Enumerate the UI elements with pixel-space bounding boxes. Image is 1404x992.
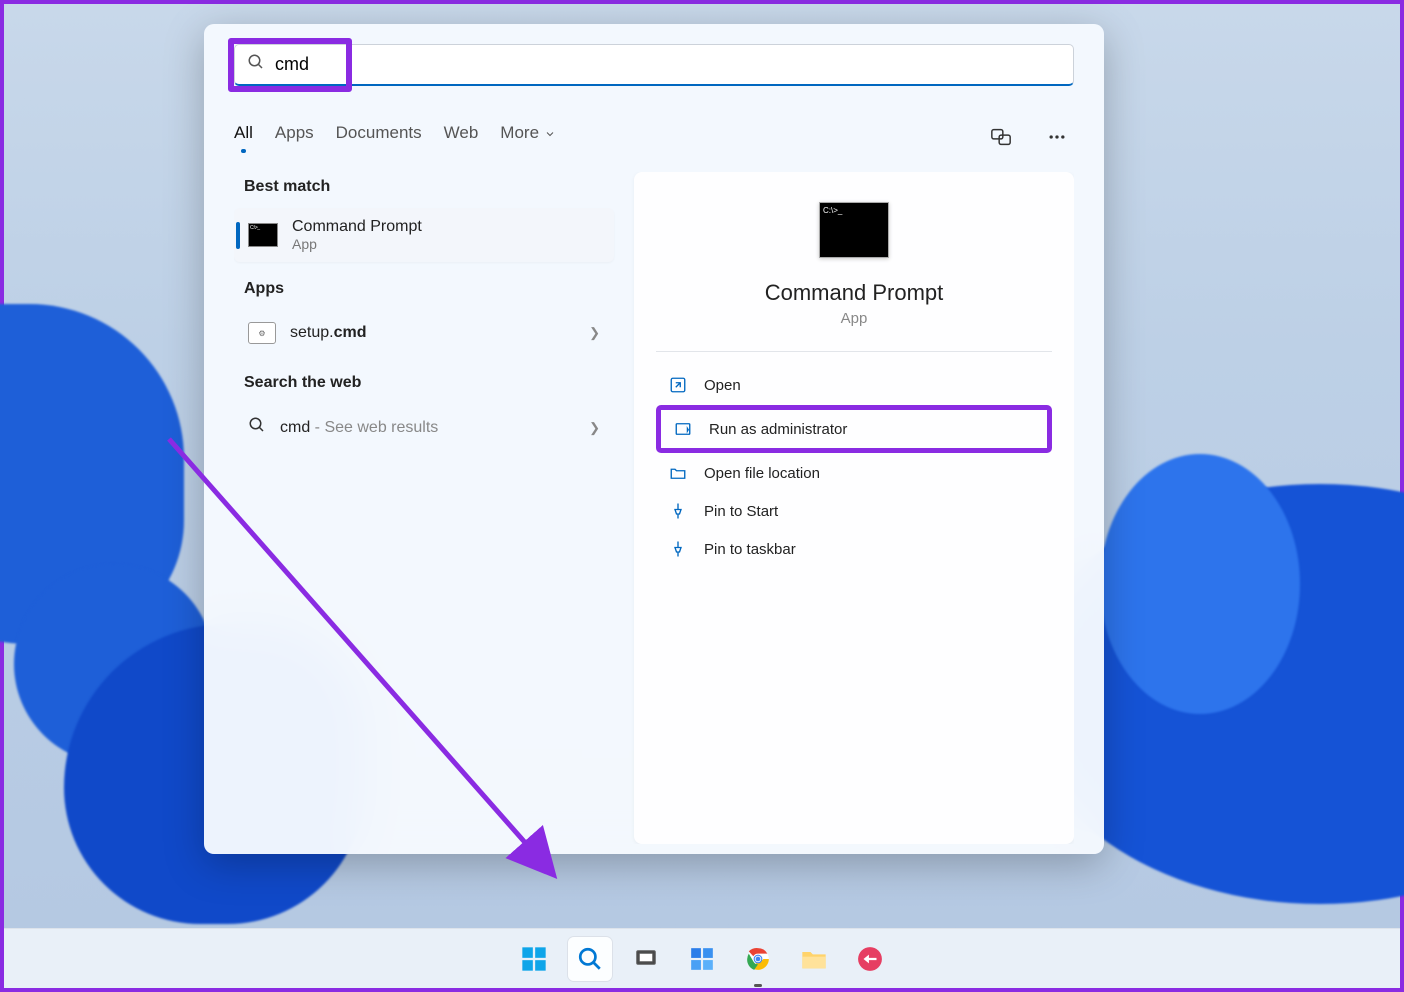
chevron-down-icon xyxy=(544,128,556,140)
chevron-right-icon: ❯ xyxy=(589,420,600,436)
action-run-as-administrator[interactable]: Run as administrator xyxy=(661,410,1047,448)
action-open-file-location[interactable]: Open file location xyxy=(656,454,1052,492)
result-web-cmd[interactable]: cmd - See web results ❯ xyxy=(234,404,614,451)
search-icon xyxy=(248,416,266,439)
result-command-prompt[interactable]: Command Prompt App xyxy=(234,208,614,262)
tab-more-label: More xyxy=(500,123,539,142)
action-label: Pin to Start xyxy=(704,503,778,520)
tab-more[interactable]: More xyxy=(500,123,555,151)
search-filter-tabs: All Apps Documents Web More xyxy=(234,120,1074,154)
desktop-wallpaper-blob xyxy=(1100,454,1300,714)
search-bar-row xyxy=(234,44,1074,86)
section-best-match: Best match xyxy=(244,178,614,196)
folder-icon xyxy=(668,463,688,483)
start-button[interactable] xyxy=(512,937,556,981)
search-icon xyxy=(247,53,265,76)
open-icon xyxy=(668,375,688,395)
tab-web[interactable]: Web xyxy=(444,123,479,151)
result-title: setup.cmd xyxy=(290,324,367,342)
search-feedback-icon[interactable] xyxy=(984,120,1018,154)
tab-documents[interactable]: Documents xyxy=(336,123,422,151)
action-open[interactable]: Open xyxy=(656,366,1052,404)
command-prompt-icon xyxy=(819,202,889,258)
taskbar-search-button[interactable] xyxy=(568,937,612,981)
pin-icon xyxy=(668,501,688,521)
cmd-file-icon: ⚙ xyxy=(248,322,276,344)
detail-action-list: Open Run as administrator Open file loca… xyxy=(656,366,1052,568)
taskbar-task-view-button[interactable] xyxy=(624,937,668,981)
taskbar-chrome-button[interactable] xyxy=(736,937,780,981)
result-title: Command Prompt xyxy=(292,218,422,236)
shield-admin-icon xyxy=(673,419,693,439)
search-input[interactable] xyxy=(275,54,1061,75)
result-setup-cmd[interactable]: ⚙ setup.cmd ❯ xyxy=(234,310,614,356)
search-options-icon[interactable] xyxy=(1040,120,1074,154)
tab-apps[interactable]: Apps xyxy=(275,123,314,151)
taskbar-file-explorer-button[interactable] xyxy=(792,937,836,981)
action-label: Open file location xyxy=(704,465,820,482)
pin-icon xyxy=(668,539,688,559)
search-bar[interactable] xyxy=(234,44,1074,86)
result-title: cmd - See web results xyxy=(280,419,438,437)
action-pin-to-taskbar[interactable]: Pin to taskbar xyxy=(656,530,1052,568)
result-subtitle: App xyxy=(292,236,422,252)
search-results-column: Best match Command Prompt App Apps ⚙ set… xyxy=(234,172,614,844)
windows-search-panel: All Apps Documents Web More Best match C… xyxy=(204,24,1104,854)
action-label: Pin to taskbar xyxy=(704,541,796,558)
taskbar-app-button[interactable] xyxy=(848,937,892,981)
annotation-run-admin-highlight: Run as administrator xyxy=(656,405,1052,453)
detail-subtitle: App xyxy=(841,310,868,327)
chevron-right-icon: ❯ xyxy=(589,325,600,341)
section-search-web: Search the web xyxy=(244,374,614,392)
action-label: Run as administrator xyxy=(709,421,847,438)
action-pin-to-start[interactable]: Pin to Start xyxy=(656,492,1052,530)
tab-all[interactable]: All xyxy=(234,123,253,151)
taskbar-widgets-button[interactable] xyxy=(680,937,724,981)
taskbar xyxy=(4,928,1400,988)
action-label: Open xyxy=(704,377,741,394)
detail-title: Command Prompt xyxy=(765,280,944,306)
result-detail-pane: Command Prompt App Open Run as administr… xyxy=(634,172,1074,844)
command-prompt-icon xyxy=(248,223,278,247)
section-apps: Apps xyxy=(244,280,614,298)
divider xyxy=(656,351,1052,352)
